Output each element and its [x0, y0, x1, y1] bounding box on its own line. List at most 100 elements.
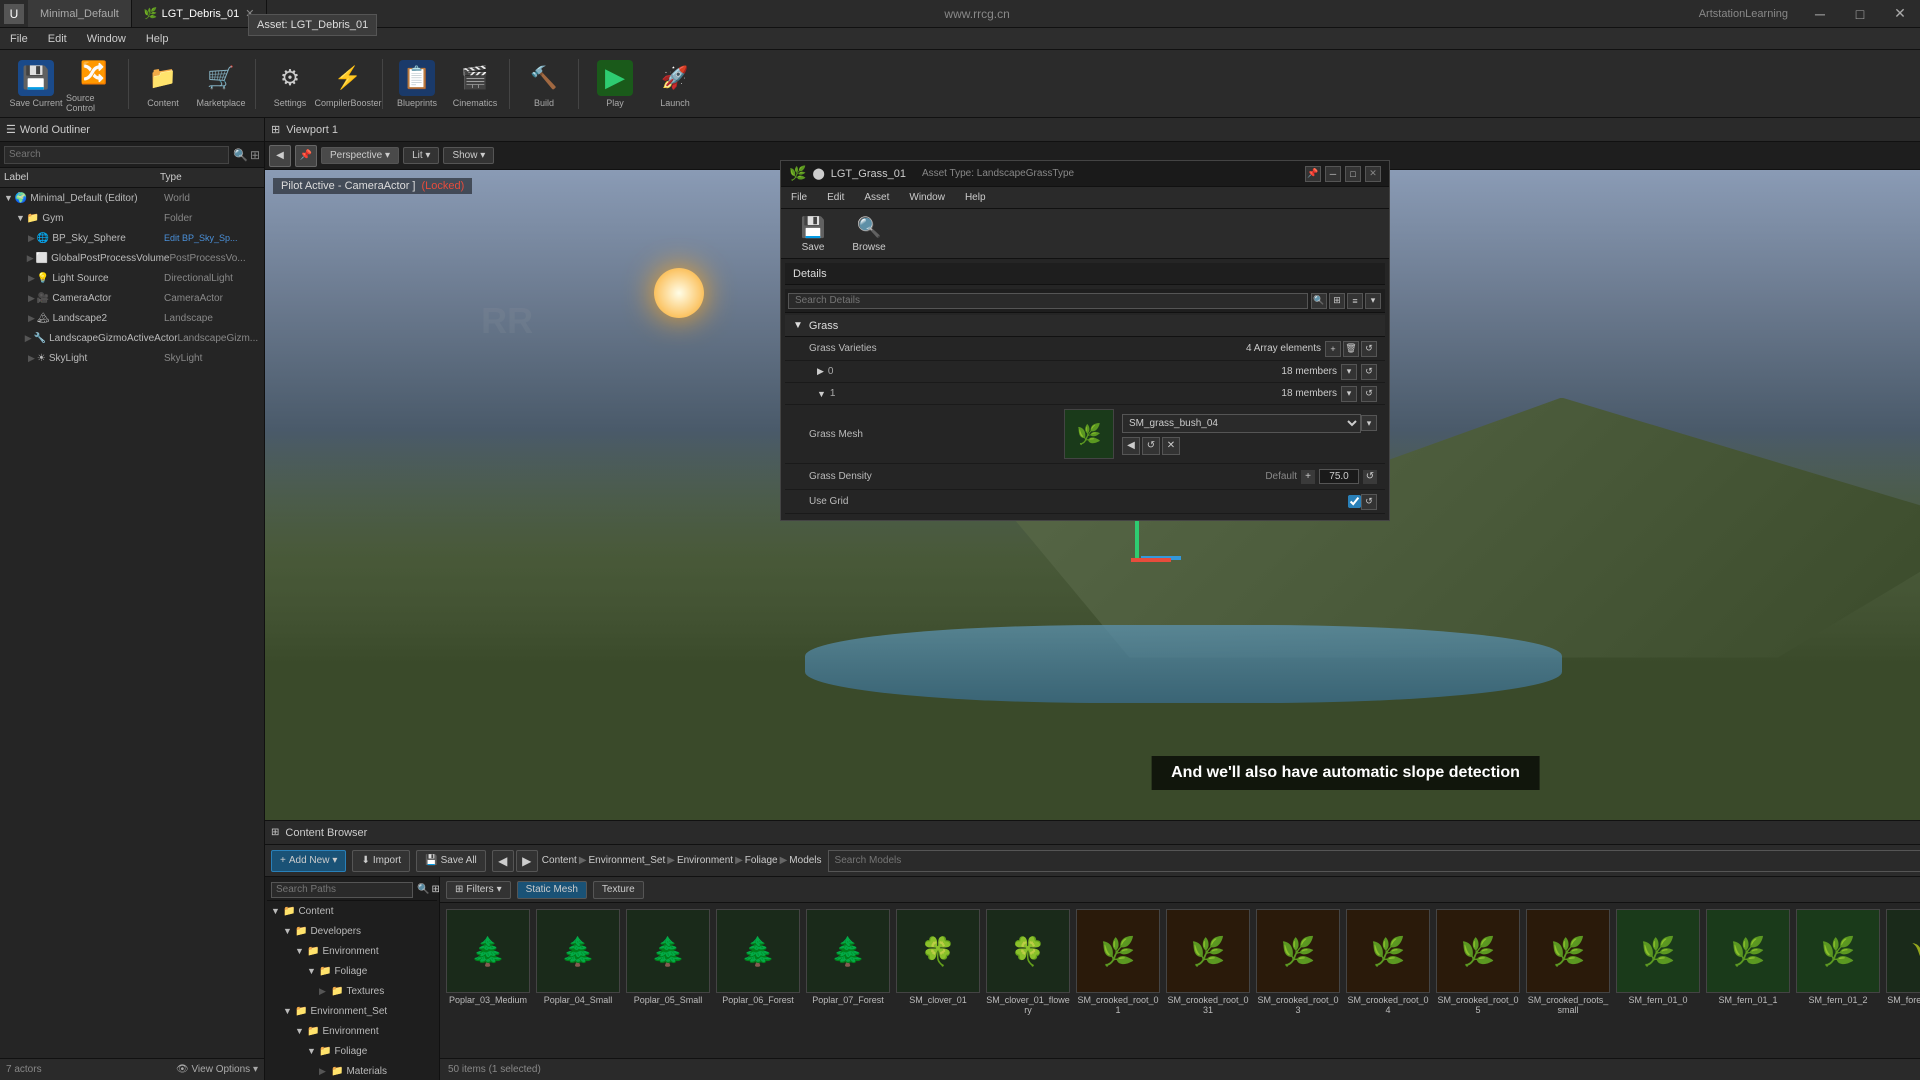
toolbar-compiler-booster[interactable]: ⚡ CompilerBooster: [320, 54, 376, 114]
mesh-dropdown-arrow[interactable]: ▾: [1361, 415, 1377, 431]
cb-back-arrow[interactable]: ◀: [492, 850, 514, 872]
grass-menu-file[interactable]: File: [781, 187, 817, 208]
outliner-item-landscape-gizmo[interactable]: ▶ 🔧 LandscapeGizmoActiveActor LandscapeG…: [0, 328, 264, 348]
asset-sm-clover-01[interactable]: 🍀 SM_clover_01: [894, 907, 982, 1054]
tree-content[interactable]: ▼📁 Content: [267, 901, 437, 921]
add-variety-button[interactable]: +: [1325, 341, 1341, 357]
import-button[interactable]: ⬇ Import: [352, 850, 410, 872]
grass-menu-window[interactable]: Window: [899, 187, 955, 208]
grass-mesh-dropdown[interactable]: SM_grass_bush_04: [1122, 414, 1361, 433]
grass-minimize-button[interactable]: ─: [1325, 166, 1341, 182]
menu-help[interactable]: Help: [136, 28, 179, 49]
mesh-reload-button[interactable]: ↺: [1142, 437, 1160, 455]
reset-1-button[interactable]: ↺: [1361, 386, 1377, 402]
toolbar-build[interactable]: 🔨 Build: [516, 54, 572, 114]
toolbar-content[interactable]: 📁 Content: [135, 54, 191, 114]
density-input[interactable]: [1319, 469, 1359, 484]
asset-sm-clover-flowery[interactable]: 🍀 SM_clover_01_flowery: [984, 907, 1072, 1054]
options-icon[interactable]: ▾: [1365, 293, 1381, 309]
tree-environment[interactable]: ▼📁 Environment: [267, 941, 437, 961]
outliner-item-pp-volume[interactable]: ▶ ⬜ GlobalPostProcessVolume PostProcessV…: [0, 248, 264, 268]
reset-0-button[interactable]: ↺: [1361, 364, 1377, 380]
tree-foliage-2[interactable]: ▼📁 Foliage: [267, 1041, 437, 1061]
toolbar-play[interactable]: ▶ Play: [585, 54, 645, 114]
search-paths-input[interactable]: [271, 882, 413, 898]
tree-developers[interactable]: ▼📁 Developers: [267, 921, 437, 941]
expand-1-icon[interactable]: ▾: [1341, 386, 1357, 402]
maximize-button[interactable]: □: [1840, 0, 1880, 28]
asset-sm-crooked-031[interactable]: 🌿 SM_crooked_root_031: [1164, 907, 1252, 1054]
asset-poplar-07[interactable]: 🌲 Poplar_07_Forest: [804, 907, 892, 1054]
menu-window[interactable]: Window: [77, 28, 136, 49]
search-icon[interactable]: 🔍: [1311, 293, 1327, 309]
grass-menu-help[interactable]: Help: [955, 187, 996, 208]
asset-poplar-03[interactable]: 🌲 Poplar_03_Medium: [444, 907, 532, 1054]
mesh-left-arrow[interactable]: ◀: [1122, 437, 1140, 455]
vp-back-btn[interactable]: ◀: [269, 145, 291, 167]
reset-variety-button[interactable]: ↺: [1361, 341, 1377, 357]
density-reset-button[interactable]: ↺: [1363, 470, 1377, 484]
tab-minimal-default[interactable]: Minimal_Default: [28, 0, 132, 27]
grass-close-button[interactable]: ✕: [1365, 166, 1381, 182]
grass-menu-edit[interactable]: Edit: [817, 187, 854, 208]
vp-lit-btn[interactable]: Lit ▾: [403, 147, 439, 164]
tree-environment-set[interactable]: ▼📁 Environment_Set: [267, 1001, 437, 1021]
asset-sm-forest-heather[interactable]: 🌾 SM_forest_heather_01: [1884, 907, 1920, 1054]
grass-browse-button[interactable]: 🔍 Browse: [845, 212, 893, 256]
grass-pin-button[interactable]: 📌: [1305, 166, 1321, 182]
use-grid-checkbox[interactable]: [1348, 495, 1361, 508]
outliner-item-camera[interactable]: ▶ 🎥 CameraActor CameraActor: [0, 288, 264, 308]
tree-foliage[interactable]: ▼📁 Foliage: [267, 961, 437, 981]
search-models-input[interactable]: [828, 850, 1920, 872]
toolbar-save-current[interactable]: 💾 Save Current: [8, 54, 64, 114]
grass-variety-0[interactable]: ▶ 0 18 members ▾ ↺: [785, 361, 1385, 383]
outliner-item-gym[interactable]: ▼ 📁 Gym Folder: [0, 208, 264, 228]
outliner-item-landscape2[interactable]: ▶ 🏔 Landscape2 Landscape: [0, 308, 264, 328]
tree-textures-foliage[interactable]: ▶📁 Textures: [267, 981, 437, 1001]
outliner-item-world[interactable]: ▼ 🌍 Minimal_Default (Editor) World: [0, 188, 264, 208]
grass-search-input[interactable]: [788, 293, 1308, 309]
filters-dropdown-button[interactable]: ⊞ Filters ▾: [446, 881, 511, 899]
toolbar-source-control[interactable]: 🔀 Source Control: [66, 54, 122, 114]
grass-menu-asset[interactable]: Asset: [854, 187, 899, 208]
filter-texture[interactable]: Texture: [593, 881, 644, 899]
toolbar-settings[interactable]: ⚙ Settings: [262, 54, 318, 114]
grass-save-button[interactable]: 💾 Save: [789, 212, 837, 256]
filter-static-mesh[interactable]: Static Mesh: [517, 881, 587, 899]
grass-mesh-select[interactable]: SM_grass_bush_04 ▾: [1122, 414, 1377, 433]
toolbar-cinematics[interactable]: 🎬 Cinematics: [447, 54, 503, 114]
tree-environment-env[interactable]: ▼📁 Environment: [267, 1021, 437, 1041]
cb-forward-arrow[interactable]: ▶: [516, 850, 538, 872]
expand-0-icon[interactable]: ▾: [1341, 364, 1357, 380]
vp-perspective-btn[interactable]: Perspective ▾: [321, 147, 399, 164]
add-new-button[interactable]: + Add New ▾: [271, 850, 346, 872]
outliner-item-light-source[interactable]: ▶ 💡 Light Source DirectionalLight: [0, 268, 264, 288]
asset-sm-crooked-01[interactable]: 🌿 SM_crooked_root_01: [1074, 907, 1162, 1054]
vp-show-btn[interactable]: Show ▾: [443, 147, 494, 164]
asset-sm-crooked-05[interactable]: 🌿 SM_crooked_root_05: [1434, 907, 1522, 1054]
asset-sm-crooked-03[interactable]: 🌿 SM_crooked_root_03: [1254, 907, 1342, 1054]
asset-poplar-05[interactable]: 🌲 Poplar_05_Small: [624, 907, 712, 1054]
delete-variety-button[interactable]: 🗑: [1343, 341, 1359, 357]
grass-maximize-button[interactable]: □: [1345, 166, 1361, 182]
toolbar-marketplace[interactable]: 🛒 Marketplace: [193, 54, 249, 114]
density-plus-button[interactable]: +: [1301, 470, 1315, 484]
close-button[interactable]: ✕: [1880, 0, 1920, 28]
asset-poplar-04[interactable]: 🌲 Poplar_04_Small: [534, 907, 622, 1054]
asset-sm-crooked-04[interactable]: 🌿 SM_crooked_root_04: [1344, 907, 1432, 1054]
asset-sm-crooked-roots-small[interactable]: 🌿 SM_crooked_roots_small: [1524, 907, 1612, 1054]
asset-sm-fern-2[interactable]: 🌿 SM_fern_01_2: [1794, 907, 1882, 1054]
view-options-button[interactable]: 👁 View Options ▾: [176, 1064, 258, 1075]
asset-poplar-06[interactable]: 🌲 Poplar_06_Forest: [714, 907, 802, 1054]
grass-section-header[interactable]: ▼ Grass: [785, 315, 1385, 337]
grid-view-icon[interactable]: ⊞: [1329, 293, 1345, 309]
outliner-item-skylight[interactable]: ▶ ☀ SkyLight SkyLight: [0, 348, 264, 368]
asset-sm-fern-1[interactable]: 🌿 SM_fern_01_1: [1704, 907, 1792, 1054]
mesh-clear-button[interactable]: ✕: [1162, 437, 1180, 455]
save-all-button[interactable]: 💾 Save All: [416, 850, 486, 872]
minimize-button[interactable]: ─: [1800, 0, 1840, 28]
vp-pin-btn[interactable]: 📌: [295, 145, 317, 167]
toolbar-launch[interactable]: 🚀 Launch: [647, 54, 703, 114]
tree-materials[interactable]: ▶📁 Materials: [267, 1061, 437, 1080]
menu-file[interactable]: File: [0, 28, 38, 49]
